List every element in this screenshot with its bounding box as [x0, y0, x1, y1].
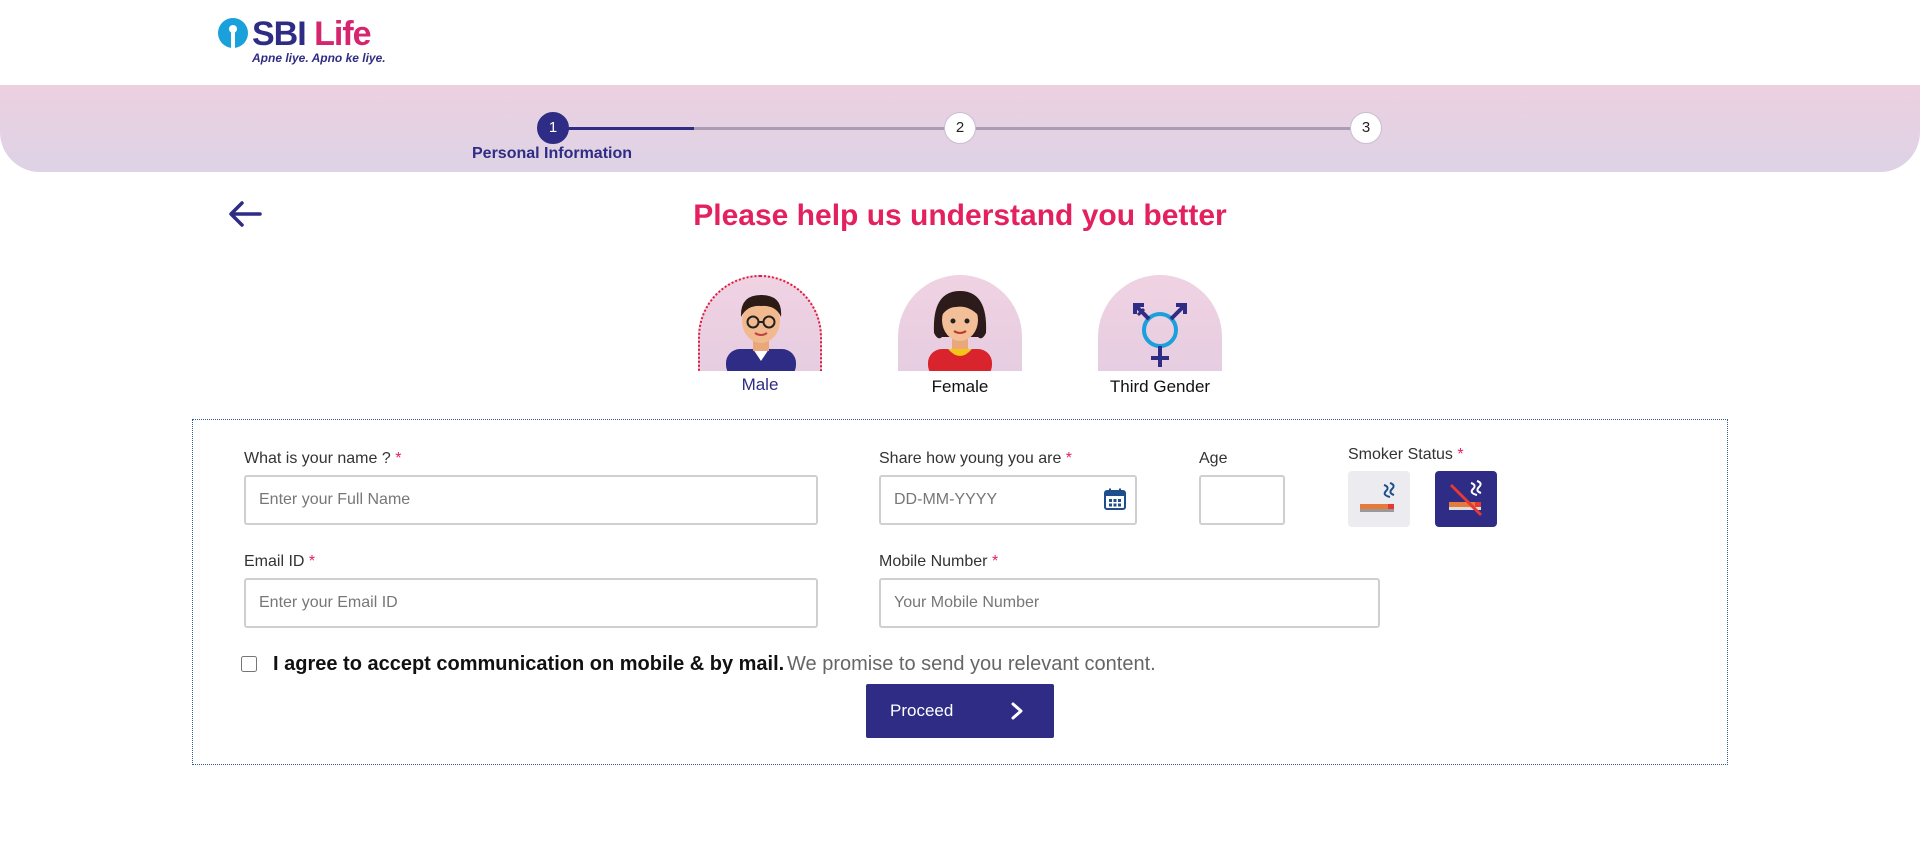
step-2: 2 [944, 112, 976, 144]
mobile-input[interactable] [879, 578, 1380, 628]
dob-label: Share how young you are * [879, 450, 1073, 467]
personal-info-form: What is your name ? * Share how young yo… [192, 419, 1728, 765]
dob-field-wrapper [879, 475, 1137, 525]
name-label: What is your name ? * [244, 450, 402, 467]
male-avatar [698, 275, 822, 371]
progress-stepper: 1 2 3 Personal Information [0, 85, 1920, 172]
page-heading: Please help us understand you better [693, 199, 1227, 232]
male-avatar-icon [726, 295, 796, 371]
step-1: 1 [537, 112, 569, 144]
brand-tagline: Apne liye. Apno ke liye. [252, 51, 386, 65]
proceed-label: Proceed [890, 701, 954, 720]
step-line-2-3 [976, 127, 1368, 130]
email-label: Email ID * [244, 553, 316, 570]
gender-option-male[interactable]: Male [697, 275, 823, 395]
gender-label-third: Third Gender [1109, 377, 1211, 396]
female-avatar-icon [928, 291, 992, 371]
third-gender-avatar [1098, 275, 1222, 371]
smoking-icon [1360, 482, 1395, 512]
smoker-no-button[interactable] [1435, 471, 1497, 527]
mobile-label: Mobile Number * [879, 553, 999, 570]
header: SBI Life Apne liye. Apno ke liye. [0, 0, 1920, 85]
email-input[interactable] [244, 578, 818, 628]
dob-input[interactable] [879, 475, 1137, 525]
step-3: 3 [1350, 112, 1382, 144]
smoker-status-label: Smoker Status * [1348, 446, 1464, 463]
gender-label-female: Female [931, 377, 989, 396]
step-line-1-2 [694, 127, 960, 130]
consent-soft-text: We promise to send you relevant content. [787, 653, 1156, 675]
step-1-label: Personal Information [472, 145, 633, 162]
gender-option-female[interactable]: Female [897, 275, 1023, 397]
consent-checkbox[interactable] [241, 656, 257, 672]
proceed-button[interactable]: Proceed [866, 684, 1054, 738]
female-avatar [898, 275, 1022, 371]
age-label: Age [1199, 450, 1228, 467]
age-input[interactable] [1199, 475, 1285, 525]
gender-label-male: Male [741, 375, 779, 394]
full-name-input[interactable] [244, 475, 818, 525]
consent-bold-text: I agree to accept communication on mobil… [273, 653, 785, 675]
no-smoking-icon [1449, 480, 1483, 517]
gender-option-third-gender[interactable]: Third Gender [1097, 275, 1223, 397]
transgender-symbol-icon [1133, 303, 1187, 367]
step-progress-line [568, 127, 694, 130]
chevron-right-icon [1011, 702, 1023, 720]
sbi-emblem-icon [218, 18, 248, 48]
calendar-icon[interactable] [1103, 487, 1127, 511]
brand-name: SBI Life [252, 15, 372, 53]
sbi-life-logo[interactable]: SBI Life Apne liye. Apno ke liye. [218, 15, 386, 68]
smoker-yes-button[interactable] [1348, 471, 1410, 527]
